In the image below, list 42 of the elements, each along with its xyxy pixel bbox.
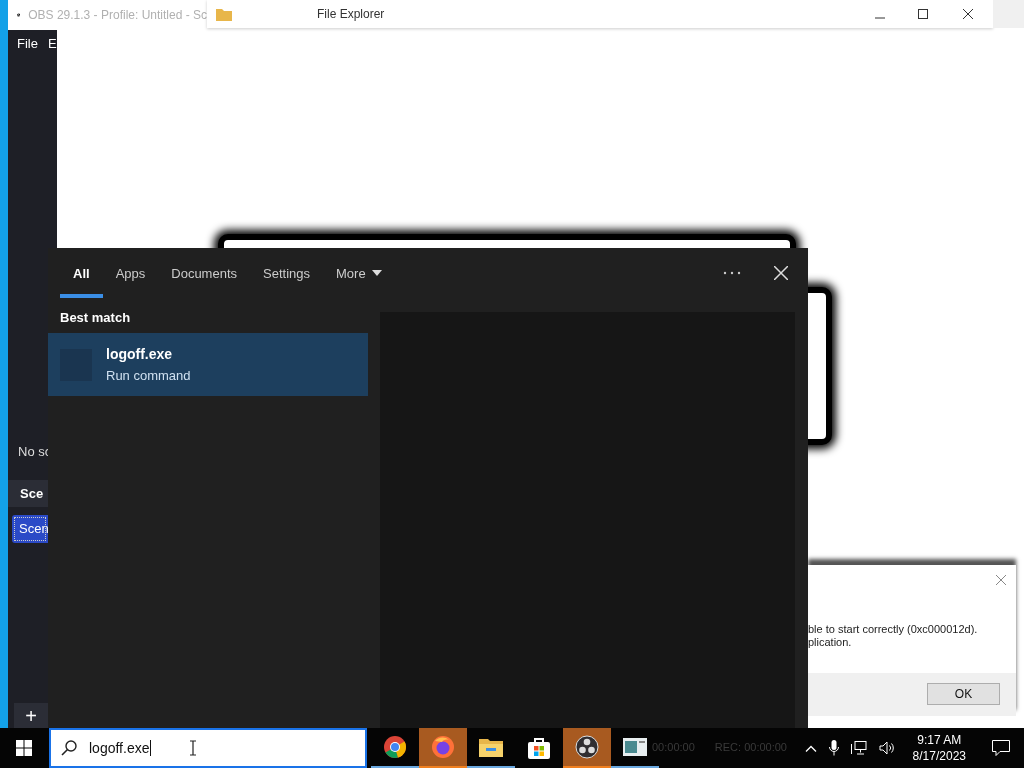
- speaker-icon[interactable]: [878, 741, 895, 755]
- windows-logo-icon[interactable]: [16, 740, 32, 756]
- search-field[interactable]: logoff.exe: [49, 728, 367, 768]
- section-heading: Best match: [59, 309, 132, 327]
- close-icon[interactable]: [963, 9, 973, 19]
- text-cursor-icon: [189, 740, 197, 756]
- tab[interactable]: Documents: [158, 248, 250, 298]
- chrome-icon: [383, 735, 407, 759]
- tab[interactable]: More: [323, 248, 395, 298]
- menu-item[interactable]: E: [47, 36, 57, 51]
- obs-logo-icon: [575, 735, 599, 759]
- caret-icon: [371, 270, 382, 276]
- tab[interactable]: All: [60, 248, 103, 298]
- window-thumbnail-icon: [623, 738, 647, 756]
- menu-item[interactable]: File: [17, 36, 38, 51]
- microphone-icon[interactable]: [828, 740, 839, 756]
- result-title: logoff.exe: [106, 346, 174, 362]
- clock-date[interactable]: 8/17/2023: [912, 748, 966, 764]
- error-message: plication.: [808, 636, 853, 649]
- notification-icon[interactable]: [992, 740, 1010, 756]
- ok-button[interactable]: OK: [927, 683, 1000, 705]
- error-message: ble to start correctly (0xc000012d).: [808, 623, 978, 636]
- more-options-icon[interactable]: [723, 271, 741, 275]
- result-item[interactable]: logoff.exe Run command: [48, 333, 368, 396]
- search-icon: [61, 740, 77, 756]
- taskbar-button[interactable]: [563, 728, 611, 768]
- result-subtitle: Run command: [106, 368, 191, 383]
- clock-time[interactable]: 9:17 AM: [917, 732, 962, 748]
- window-title: File Explorer: [317, 7, 385, 21]
- tab[interactable]: Settings: [250, 248, 323, 298]
- panel-header: Sce: [8, 480, 48, 507]
- store-bag-icon: [528, 737, 550, 759]
- window-title: OBS 29.1.3 - Profile: Untitled - Sc: [28, 8, 207, 22]
- add-button[interactable]: +: [14, 703, 48, 728]
- chevron-up-icon[interactable]: [804, 744, 817, 752]
- folder-icon: [216, 7, 232, 21]
- network-icon[interactable]: [850, 741, 867, 755]
- scene-item[interactable]: Scen: [12, 515, 48, 543]
- folder-icon: [479, 737, 503, 757]
- firefox-icon: [431, 735, 455, 759]
- maximize-icon[interactable]: [918, 9, 928, 19]
- tab[interactable]: Apps: [102, 248, 159, 298]
